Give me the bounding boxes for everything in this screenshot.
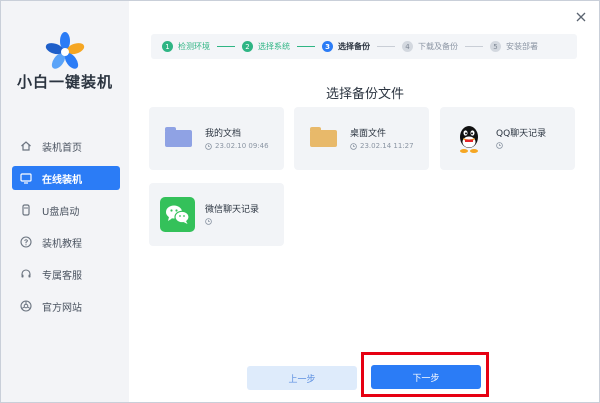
sidebar-item-label: 装机首页 (42, 142, 82, 154)
folder-icon (310, 127, 337, 147)
folder-icon (165, 127, 192, 147)
step-connector (217, 46, 235, 47)
usb-icon (20, 204, 32, 216)
clock-icon (205, 218, 212, 225)
sidebar-item-support[interactable]: 专属客服 (12, 262, 120, 286)
backup-name: 桌面文件 (350, 129, 387, 139)
sidebar-item-label: 装机教程 (42, 238, 82, 250)
sidebar-item-website[interactable]: 官方网站 (12, 294, 120, 318)
backup-time (205, 218, 215, 225)
close-icon (576, 12, 586, 22)
backup-card-wechat-chat[interactable]: 微信聊天记录 (149, 183, 284, 246)
sidebar-item-label: U盘启动 (42, 206, 80, 218)
step-download-backup: 4 下载及备份 (402, 41, 458, 52)
clock-icon (350, 142, 357, 150)
step-detect-environment: 1 检测环境 (162, 41, 210, 52)
backup-name: 我的文档 (205, 129, 242, 139)
backup-name: 微信聊天记录 (205, 205, 260, 215)
headset-icon (20, 268, 32, 280)
sidebar-item-tutorial[interactable]: 装机教程 (12, 230, 120, 254)
clock-icon (496, 142, 503, 149)
step-connector (377, 46, 395, 47)
app-brand-title: 小白一键装机 (16, 73, 113, 91)
browser-icon (20, 300, 32, 312)
backup-card-qq-chat[interactable]: QQ聊天记录 (440, 107, 575, 170)
backup-name: QQ聊天记录 (496, 129, 547, 139)
monitor-icon (20, 172, 32, 184)
backup-card-desktop-files[interactable]: 桌面文件 23.02.14 11:27 (294, 107, 429, 170)
sidebar-item-home[interactable]: 装机首页 (12, 134, 120, 158)
sidebar-item-label: 专属客服 (42, 270, 82, 282)
backup-time: 23.02.10 09:46 (205, 142, 269, 150)
sidebar-item-label: 官方网站 (42, 302, 82, 314)
qq-icon (460, 126, 478, 153)
installer-window: 小白一键装机 装机首页 在线装机 U盘启动 装机教程 专属客服 官方网站 1 检… (0, 0, 600, 403)
step-select-system: 2 选择系统 (242, 41, 290, 52)
backup-time (496, 142, 506, 149)
help-icon (20, 236, 32, 248)
step-select-backup: 3 选择备份 (322, 41, 370, 52)
sidebar-item-usb-boot[interactable]: U盘启动 (12, 198, 120, 222)
section-title: 选择备份文件 (325, 87, 404, 102)
clock-icon (205, 142, 212, 150)
sidebar-nav: 装机首页 在线装机 U盘启动 装机教程 专属客服 官方网站 (12, 134, 120, 326)
progress-steps: 1 检测环境 2 选择系统 3 选择备份 4 下载及备份 5 安装部署 (151, 34, 577, 59)
backup-time: 23.02.14 11:27 (350, 142, 414, 150)
sidebar-item-online-install[interactable]: 在线装机 (12, 166, 120, 190)
sidebar: 小白一键装机 装机首页 在线装机 U盘启动 装机教程 专属客服 官方网站 (1, 1, 129, 402)
app-logo-icon (45, 32, 85, 69)
backup-card-my-documents[interactable]: 我的文档 23.02.10 09:46 (149, 107, 284, 170)
step-install-deploy: 5 安装部署 (490, 41, 538, 52)
next-button-highlight-box (361, 352, 489, 397)
previous-step-button[interactable]: 上一步 (247, 366, 357, 390)
home-icon (20, 140, 32, 152)
step-connector (465, 46, 483, 47)
step-connector (297, 46, 315, 47)
wechat-icon (160, 197, 195, 232)
close-button[interactable] (573, 9, 589, 25)
sidebar-item-label: 在线装机 (42, 174, 82, 186)
